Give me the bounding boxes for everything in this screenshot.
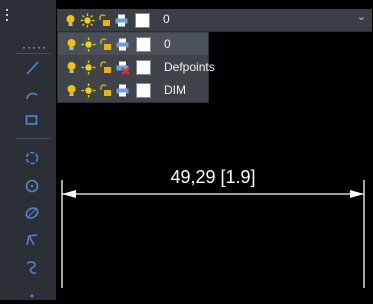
drawing-canvas[interactable]: 49,29 [1.9] xyxy=(0,0,373,300)
arrowhead-right xyxy=(350,190,364,198)
dimension-text: 49,29 [1.9] xyxy=(170,167,255,187)
arrowhead-left xyxy=(62,190,76,198)
